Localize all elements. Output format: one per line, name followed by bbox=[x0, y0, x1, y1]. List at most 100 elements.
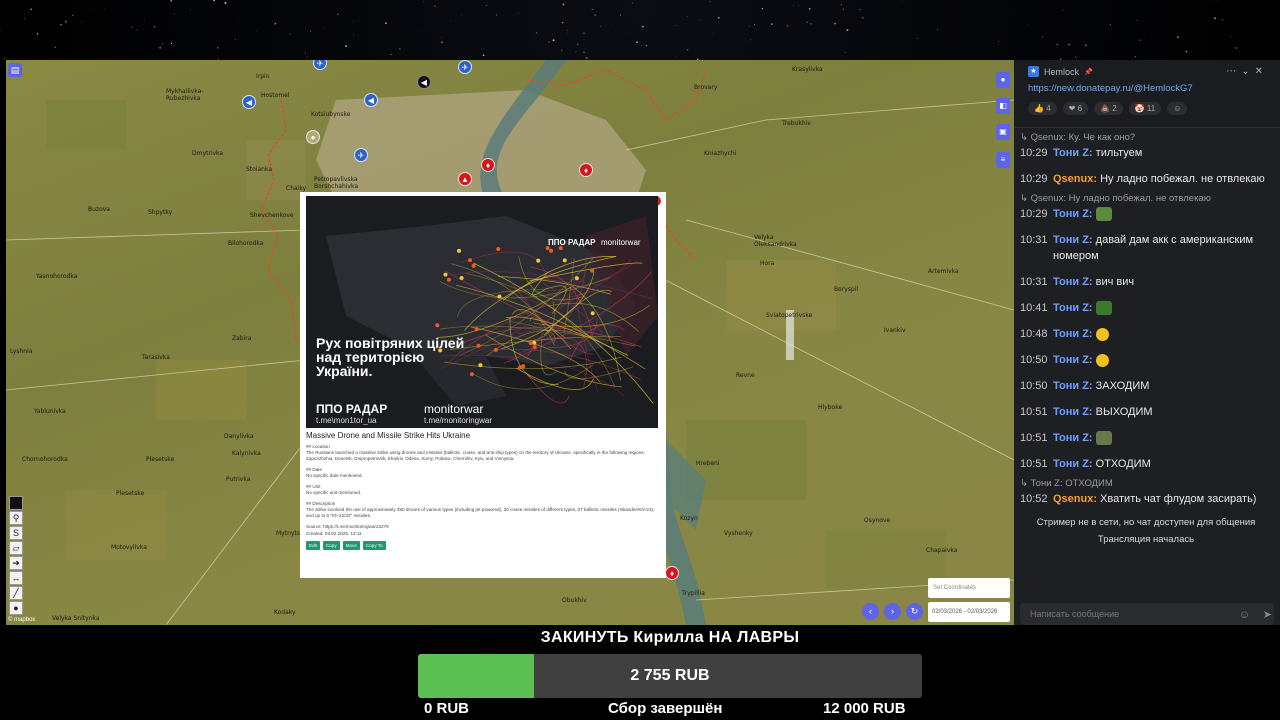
username[interactable]: Тони Z: bbox=[1053, 432, 1093, 444]
place-label: Shevchenkove bbox=[250, 212, 294, 219]
username[interactable]: Тони Z: bbox=[1053, 354, 1093, 366]
chat-message: 10:31 Тони Z: давай дам акк с американски… bbox=[1020, 234, 1254, 262]
chat-message-input[interactable]: Написать сообщение bbox=[1020, 603, 1274, 625]
username[interactable]: Тони Z: bbox=[1053, 234, 1093, 246]
place-label: Vyshenky bbox=[724, 530, 753, 537]
frog-emote-icon bbox=[1095, 431, 1112, 446]
next-day-icon[interactable]: › bbox=[884, 603, 901, 620]
map-marker-strike-icon[interactable]: ▲ bbox=[458, 172, 472, 186]
close-icon[interactable]: ✕ bbox=[1255, 66, 1268, 77]
donate-link[interactable]: https://new.donatepay.ru/@HemlockG7 bbox=[1028, 83, 1272, 94]
place-label: Zabira bbox=[232, 335, 252, 342]
username[interactable]: Qsenux: bbox=[1053, 493, 1097, 505]
reaction-heart[interactable]: ❤ 6 bbox=[1062, 102, 1089, 115]
chat-message: 10:51 Тони Z: ОТХОДИМ bbox=[1020, 458, 1151, 470]
username[interactable]: Тони Z: bbox=[1053, 406, 1093, 418]
panel-toggle-icon[interactable]: ● bbox=[996, 72, 1010, 88]
created-date: Created: 03.02.2026, 12:11 bbox=[306, 531, 362, 536]
chat-message: 10:51 Тони Z: ВЫХОДИМ bbox=[1020, 406, 1153, 418]
date-text: No specific date mentioned. bbox=[306, 473, 363, 478]
map-marker-strike-icon[interactable]: ♦ bbox=[665, 566, 679, 580]
poster-title: Рух повітряних цілей над територією Укра… bbox=[316, 335, 465, 379]
emoji-icon[interactable]: ☺ bbox=[1239, 609, 1250, 621]
username[interactable]: Тони Z: bbox=[1053, 380, 1093, 392]
map-marker-strike-icon[interactable]: ♦ bbox=[481, 158, 495, 172]
map-marker-drone-icon[interactable]: ✈ bbox=[458, 60, 472, 74]
username[interactable]: Тони Z: bbox=[1053, 276, 1093, 288]
line-tool-icon[interactable]: ╱ bbox=[9, 586, 23, 600]
measure-tool-icon[interactable]: ↔ bbox=[9, 571, 23, 585]
map-marker-strike-icon[interactable]: ♦ bbox=[579, 163, 593, 177]
chat-message: 10:51 Тони Z: bbox=[1020, 430, 1272, 446]
panel-toggle-icon[interactable]: ▣ bbox=[996, 124, 1010, 140]
map-marker-unit-icon[interactable]: ● bbox=[306, 130, 320, 144]
source-link[interactable]: Source: https://t.me/monitoringwar23279 bbox=[306, 524, 660, 530]
frog-emote-icon bbox=[1095, 207, 1112, 222]
pepe-emote-icon bbox=[1095, 301, 1112, 316]
place-label: Mykhailivka- Rubezhivka bbox=[166, 88, 204, 102]
map-marker-black-icon[interactable]: ◀ bbox=[417, 75, 431, 89]
place-label: Kozyn bbox=[680, 515, 698, 522]
pin-icon[interactable]: 📌 bbox=[1084, 68, 1093, 76]
username[interactable]: Тони Z: bbox=[1053, 302, 1093, 314]
marker-tool-icon[interactable]: ⚲ bbox=[9, 511, 23, 525]
reaction-clown[interactable]: 🤡 11 bbox=[1128, 102, 1162, 115]
copy-to-button[interactable]: Copy To bbox=[362, 541, 386, 550]
reaction-like[interactable]: 👍 4 bbox=[1028, 102, 1057, 115]
refresh-icon[interactable]: ↻ bbox=[906, 603, 923, 620]
place-label: Dmytrivka bbox=[192, 150, 224, 157]
set-coordinates-input[interactable]: Set Coordinates bbox=[928, 578, 1010, 598]
place-label: Chornohorodka bbox=[22, 456, 68, 463]
place-label: Artemivka bbox=[928, 268, 959, 275]
copy-button[interactable]: Copy bbox=[322, 541, 340, 550]
username[interactable]: Qsenux: bbox=[1053, 173, 1097, 185]
reaction-poop[interactable]: 💩 2 bbox=[1094, 102, 1123, 115]
place-label: Krasylivka bbox=[792, 66, 823, 73]
add-reaction-icon[interactable]: ☺ bbox=[1167, 102, 1188, 115]
attack-map-graphic bbox=[326, 216, 658, 406]
place-label: Kalynivka bbox=[232, 450, 261, 457]
reactions: 👍 4 ❤ 6 💩 2 🤡 11 ☺ bbox=[1028, 102, 1272, 115]
place-label: Hrebeni bbox=[696, 460, 720, 467]
username[interactable]: Тони Z: bbox=[1053, 458, 1093, 470]
chat-header: ★ Hemlock 📌 ⋯⌄✕ https://new.donatepay.ru… bbox=[1014, 60, 1280, 128]
pin-tool-icon[interactable]: ● bbox=[9, 601, 23, 615]
map-marker-drone-icon[interactable]: ◀ bbox=[242, 95, 256, 109]
list-icon[interactable]: ≡ bbox=[996, 152, 1010, 168]
location-text: The Russians launched a massive strike u… bbox=[306, 450, 645, 461]
description-text: The strike involved the use of approxima… bbox=[306, 507, 655, 518]
username[interactable]: Тони Z: bbox=[1053, 147, 1093, 159]
event-image: ППО РАДАР monitorwar Рух повітряних ціле… bbox=[306, 196, 658, 428]
edit-button[interactable]: Edit bbox=[306, 541, 320, 550]
prev-day-icon[interactable]: ‹ bbox=[862, 603, 879, 620]
reply-quote: ↳ Qsenux: Ку. Че как оно? bbox=[1020, 132, 1136, 143]
donation-min-label: 0 RUB bbox=[424, 700, 470, 717]
more-icon[interactable]: ⋯ bbox=[1226, 66, 1241, 77]
arrow-tool-icon[interactable]: ➜ bbox=[9, 556, 23, 570]
text-tool-icon[interactable]: S bbox=[9, 526, 23, 540]
move-button[interactable]: Move bbox=[342, 541, 360, 550]
mapbox-logo: © mapbox bbox=[8, 617, 36, 623]
date-range-picker[interactable]: 02/03/2026 - 02/03/2026 bbox=[928, 602, 1010, 622]
place-label: Obukhiv bbox=[562, 597, 587, 604]
send-icon[interactable]: ➤ bbox=[1263, 608, 1272, 621]
place-label: Motovylivka bbox=[111, 544, 147, 551]
donation-status: Сбор завершён bbox=[608, 700, 723, 717]
panel-toggle-icon[interactable]: ◧ bbox=[996, 98, 1010, 114]
color-swatch[interactable] bbox=[9, 496, 23, 510]
place-label: Stoianka bbox=[246, 166, 273, 173]
chat-message: 10:29 Тони Z: bbox=[1020, 206, 1272, 222]
map-marker-drone-icon[interactable]: ◀ bbox=[364, 93, 378, 107]
username[interactable]: Тони Z: bbox=[1053, 208, 1093, 220]
place-label: Kniazhychi bbox=[704, 150, 737, 157]
layers-icon[interactable]: ▤ bbox=[8, 63, 22, 77]
place-label: Revne bbox=[736, 372, 755, 379]
polygon-tool-icon[interactable]: ▱ bbox=[9, 541, 23, 555]
chevron-down-icon[interactable]: ⌄ bbox=[1241, 66, 1254, 77]
place-label: Hostomel bbox=[261, 92, 290, 99]
username[interactable]: Тони Z: bbox=[1053, 328, 1093, 340]
place-label: Plesetske bbox=[116, 490, 145, 497]
place-label: Bilohorodka bbox=[228, 240, 264, 247]
place-label: Chaiky bbox=[286, 185, 307, 192]
map-marker-drone-icon[interactable]: ✈ bbox=[354, 148, 368, 162]
